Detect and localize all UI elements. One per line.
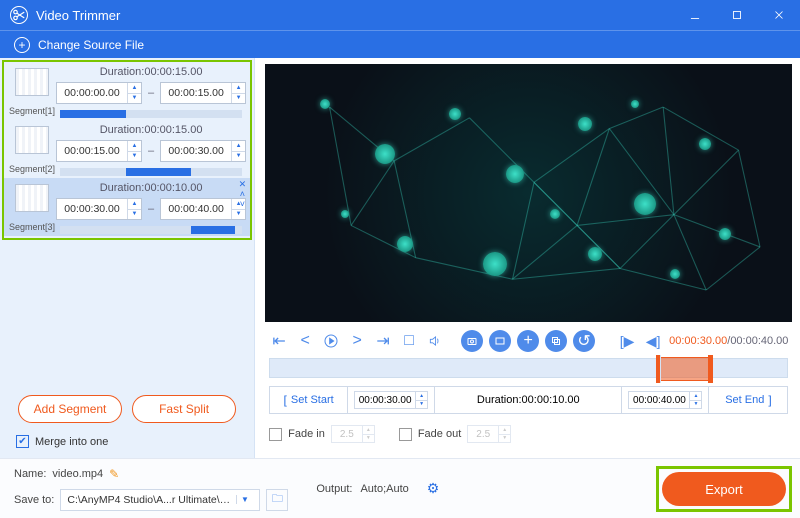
start-time-cell: 00:00:30.00▲▼ xyxy=(348,387,435,413)
preview-network-lines xyxy=(265,64,792,322)
fade-in-checkbox[interactable] xyxy=(269,428,282,441)
output-label: Output: xyxy=(316,483,352,495)
set-end-button[interactable]: Set End] xyxy=(709,387,787,413)
segment-range-slider[interactable] xyxy=(60,226,242,234)
app-scissors-icon xyxy=(10,6,28,24)
player-controls: ⇤ < > ⇥ □ + ↺ [▶ ◀] 00:00:30.00/00:00:40… xyxy=(255,326,800,356)
segment-duration-label: Duration:00:00:10.00 xyxy=(56,182,246,194)
trim-selection[interactable] xyxy=(658,357,710,381)
save-path-dropdown[interactable]: C:\AnyMP4 Studio\A...r Ultimate\Trimmer … xyxy=(60,489,260,511)
chevron-down-icon: ▼ xyxy=(236,495,254,504)
segment-index-label: Segment[2] xyxy=(9,164,55,174)
segment-index-label: Segment[3] xyxy=(9,222,55,232)
segment-down-icon[interactable]: ˅ xyxy=(240,200,245,209)
segment-end-spinner[interactable]: 00:00:15.00▲▼ xyxy=(160,82,246,104)
trim-slider[interactable] xyxy=(269,358,788,378)
segments-panel: Segment[1]Duration:00:00:15.0000:00:00.0… xyxy=(0,58,255,458)
current-time: 00:00:30.00 xyxy=(669,335,727,347)
maximize-button[interactable] xyxy=(716,0,758,30)
end-time-cell: 00:00:40.00▲▼ xyxy=(622,387,709,413)
trim-info-bar: [Set Start 00:00:30.00▲▼ Duration:00:00:… xyxy=(269,386,788,414)
merge-label: Merge into one xyxy=(35,436,108,448)
app-title: Video Trimmer xyxy=(36,8,120,23)
segment-range-slider[interactable] xyxy=(60,168,242,176)
close-button[interactable] xyxy=(758,0,800,30)
output-value: Auto;Auto xyxy=(360,483,408,495)
segments-list-highlight: Segment[1]Duration:00:00:15.0000:00:00.0… xyxy=(2,60,252,240)
segment-end-spinner[interactable]: 00:00:30.00▲▼ xyxy=(160,140,246,162)
add-cut-icon[interactable]: + xyxy=(517,330,539,352)
end-time-spinner[interactable]: 00:00:40.00▲▼ xyxy=(628,391,702,409)
segment-start-spinner[interactable]: 00:00:00.00▲▼ xyxy=(56,82,142,104)
minimize-button[interactable] xyxy=(674,0,716,30)
plus-circle-icon: + xyxy=(14,37,30,53)
preview-panel: ⇤ < > ⇥ □ + ↺ [▶ ◀] 00:00:30.00/00:00:40… xyxy=(255,58,800,458)
segment-row[interactable]: Segment[3] Duration:00:00:10.00 00:00:30.0… xyxy=(4,178,250,236)
name-value: video.mp4 xyxy=(52,468,103,480)
mark-in-icon[interactable]: [▶ xyxy=(617,331,637,351)
fast-split-button[interactable]: Fast Split xyxy=(132,395,236,423)
start-time-spinner[interactable]: 00:00:30.00▲▼ xyxy=(354,391,428,409)
open-folder-button[interactable]: 🗀 xyxy=(266,489,288,511)
goto-end-icon[interactable]: ⇥ xyxy=(373,331,393,351)
edit-name-icon[interactable]: ✎ xyxy=(109,467,119,481)
fade-bar: Fade in 2.5▲▼ Fade out 2.5▲▼ xyxy=(269,422,788,446)
copy-segment-icon[interactable] xyxy=(545,330,567,352)
segment-close-icon[interactable]: ✕ xyxy=(239,180,247,189)
fade-out-label: Fade out xyxy=(418,428,461,440)
step-forward-icon[interactable]: > xyxy=(347,331,367,351)
stop-icon[interactable]: □ xyxy=(399,331,419,351)
change-source-label: Change Source File xyxy=(38,38,144,52)
change-source-button[interactable]: + Change Source File xyxy=(0,30,800,58)
ratio-icon[interactable] xyxy=(489,330,511,352)
add-segment-button[interactable]: Add Segment xyxy=(18,395,122,423)
duration-cell: Duration:00:00:10.00 xyxy=(435,387,622,413)
segment-end-spinner[interactable]: 00:00:40.00▲▼ xyxy=(160,198,246,220)
segment-row[interactable]: Segment[2] Duration:00:00:15.00 00:00:15.0… xyxy=(4,120,250,178)
merge-checkbox[interactable]: ✔ xyxy=(16,435,29,448)
segment-start-spinner[interactable]: 00:00:15.00▲▼ xyxy=(56,140,142,162)
name-label: Name: xyxy=(14,468,46,480)
timecode: 00:00:30.00/00:00:40.00 xyxy=(669,335,788,347)
save-path-value: C:\AnyMP4 Studio\A...r Ultimate\Trimmer xyxy=(67,494,235,506)
step-back-icon[interactable]: < xyxy=(295,331,315,351)
undo-icon[interactable]: ↺ xyxy=(573,330,595,352)
segment-thumb-icon xyxy=(15,68,49,96)
fade-in-spinner[interactable]: 2.5▲▼ xyxy=(331,425,375,443)
segment-index-label: Segment[1] xyxy=(9,106,55,116)
trim-handle-start[interactable] xyxy=(656,355,661,383)
segment-thumb-icon xyxy=(15,184,49,212)
output-settings-icon[interactable]: ⚙ xyxy=(427,480,440,497)
export-button[interactable]: Export xyxy=(662,472,786,506)
segment-duration-label: Duration:00:00:15.00 xyxy=(56,66,246,78)
segment-thumb-icon xyxy=(15,126,49,154)
snapshot-icon[interactable] xyxy=(461,330,483,352)
segment-row[interactable]: Segment[1] Duration:00:00:15.00 00:00:00.0… xyxy=(4,62,250,120)
save-to-label: Save to: xyxy=(14,494,54,506)
fade-in-label: Fade in xyxy=(288,428,325,440)
volume-icon[interactable] xyxy=(425,331,445,351)
export-highlight: Export xyxy=(656,466,792,512)
footer: Name: video.mp4 ✎ Save to: C:\AnyMP4 Stu… xyxy=(0,458,800,518)
segment-duration-label: Duration:00:00:15.00 xyxy=(56,124,246,136)
mark-out-icon[interactable]: ◀] xyxy=(643,331,663,351)
segment-range-slider[interactable] xyxy=(60,110,242,118)
fade-out-spinner[interactable]: 2.5▲▼ xyxy=(467,425,511,443)
trim-handle-end[interactable] xyxy=(708,355,713,383)
play-icon[interactable] xyxy=(321,331,341,351)
goto-start-icon[interactable]: ⇤ xyxy=(269,331,289,351)
title-bar: Video Trimmer xyxy=(0,0,800,30)
set-start-button[interactable]: [Set Start xyxy=(270,387,348,413)
fade-out-checkbox[interactable] xyxy=(399,428,412,441)
segment-up-icon[interactable]: ˄ xyxy=(240,190,245,199)
segment-start-spinner[interactable]: 00:00:30.00▲▼ xyxy=(56,198,142,220)
video-preview[interactable] xyxy=(265,64,792,322)
